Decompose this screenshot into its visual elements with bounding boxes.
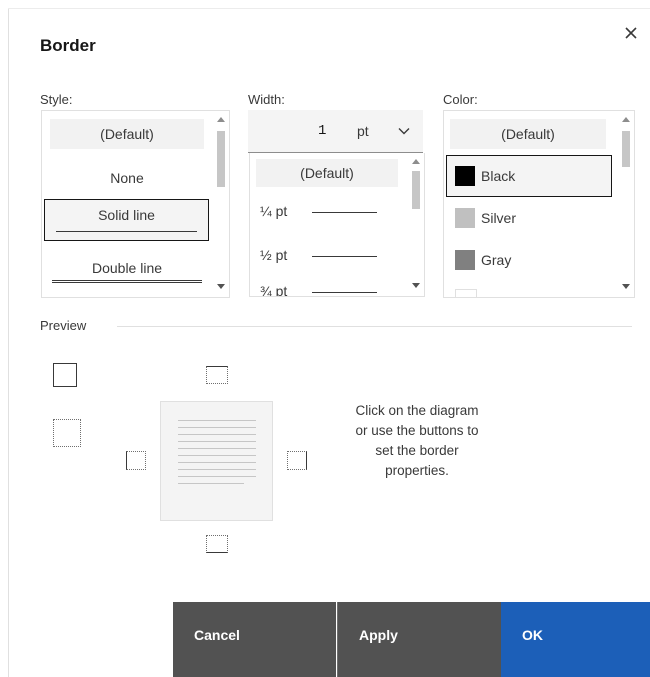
- color-option-gray[interactable]: Gray: [447, 245, 607, 275]
- ok-button[interactable]: OK: [501, 602, 650, 677]
- style-scrollbar[interactable]: [213, 111, 229, 297]
- color-swatch-gray: [455, 250, 475, 270]
- style-option-label: Solid line: [98, 207, 155, 223]
- color-swatch-partial: [455, 289, 477, 297]
- scroll-up-icon[interactable]: [622, 117, 630, 122]
- width-option-default[interactable]: (Default): [256, 159, 398, 187]
- color-option-label: Silver: [481, 210, 517, 226]
- width-option-label: ¼ pt: [260, 203, 288, 219]
- width-option-half[interactable]: ½ pt: [260, 247, 287, 263]
- scroll-thumb[interactable]: [622, 131, 630, 167]
- width-label: Width:: [248, 92, 285, 107]
- preview-text-line: [178, 434, 256, 435]
- color-option-label: Black: [481, 168, 516, 184]
- top-border-button[interactable]: [206, 366, 228, 384]
- preview-text-line: [178, 476, 256, 477]
- preview-text-line: [178, 427, 256, 428]
- color-option-silver[interactable]: Silver: [447, 203, 607, 233]
- scroll-down-icon[interactable]: [217, 284, 225, 289]
- style-option-label: Double line: [91, 260, 163, 276]
- scroll-thumb[interactable]: [412, 171, 420, 209]
- line-half-sample: [312, 256, 377, 257]
- ok-button-label: OK: [522, 627, 543, 643]
- scroll-thumb[interactable]: [217, 131, 225, 187]
- border-dialog: Border Style: (Default) None Solid line …: [0, 0, 650, 677]
- width-listbox[interactable]: (Default) ¼ pt ½ pt ¾ pt: [249, 153, 425, 297]
- color-option-label: Gray: [481, 252, 512, 268]
- cancel-button[interactable]: Cancel: [173, 602, 336, 677]
- width-option-three-quarter[interactable]: ¾ pt: [260, 283, 288, 297]
- preview-text-line: [178, 483, 244, 484]
- color-option-default[interactable]: (Default): [450, 119, 606, 149]
- solid-line-sample: [56, 231, 197, 232]
- scroll-down-icon[interactable]: [622, 284, 630, 289]
- style-option-solid-line[interactable]: Solid line: [44, 199, 209, 241]
- color-listbox[interactable]: (Default) Black Silver Gray: [443, 110, 635, 298]
- left-border-button[interactable]: [126, 451, 146, 470]
- right-border-button[interactable]: [287, 451, 307, 470]
- line-quarter-sample: [312, 212, 377, 213]
- preview-text-line: [178, 448, 256, 449]
- color-swatch-black: [455, 166, 475, 186]
- width-scrollbar[interactable]: [408, 153, 424, 296]
- dialog-title: Border: [40, 36, 96, 55]
- bottom-border-button[interactable]: [206, 535, 228, 553]
- width-unit: pt: [357, 123, 369, 139]
- preview-text-line: [178, 420, 256, 421]
- chevron-down-icon[interactable]: [397, 124, 411, 138]
- dialog-edge: [8, 8, 9, 677]
- preview-text-line: [178, 441, 256, 442]
- width-option-label: ½ pt: [260, 247, 288, 263]
- dialog-edge: [8, 8, 650, 9]
- scroll-up-icon[interactable]: [412, 159, 420, 164]
- style-listbox[interactable]: (Default) None Solid line Double line: [41, 110, 230, 298]
- style-label: Style:: [40, 92, 73, 107]
- preview-label: Preview: [40, 318, 87, 333]
- double-line-sample: [52, 280, 202, 283]
- line-three-quarter-sample: [312, 292, 377, 293]
- apply-button[interactable]: Apply: [337, 602, 501, 677]
- scroll-up-icon[interactable]: [217, 117, 225, 122]
- color-label: Color:: [443, 92, 478, 107]
- color-scrollbar[interactable]: [618, 111, 634, 297]
- preview-hint: Click on the diagram or use the buttons …: [355, 403, 479, 478]
- preview-text-line: [178, 462, 256, 463]
- style-option-default[interactable]: (Default): [50, 119, 204, 149]
- preview-diagram[interactable]: [160, 401, 273, 521]
- style-option-double-line[interactable]: Double line: [50, 254, 204, 294]
- width-value: 1: [318, 123, 327, 139]
- no-border-button[interactable]: [53, 419, 81, 447]
- color-option-black[interactable]: Black: [446, 155, 612, 197]
- color-swatch-silver: [455, 208, 475, 228]
- preview-text-line: [178, 469, 256, 470]
- cancel-button-label: Cancel: [194, 627, 240, 643]
- width-option-quarter[interactable]: ¼ pt: [260, 203, 287, 219]
- close-icon[interactable]: [620, 22, 642, 44]
- box-border-button[interactable]: [53, 363, 77, 387]
- style-option-none[interactable]: None: [50, 163, 204, 193]
- preview-text-line: [178, 455, 256, 456]
- preview-divider: [117, 326, 632, 327]
- width-option-label: ¾ pt: [260, 283, 288, 297]
- scroll-down-icon[interactable]: [412, 283, 420, 288]
- apply-button-label: Apply: [359, 627, 398, 643]
